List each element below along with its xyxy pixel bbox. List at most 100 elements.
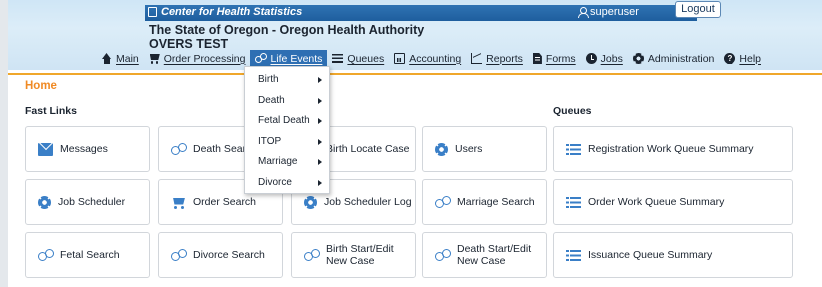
chevron-right-icon [318, 97, 322, 104]
nav-label: Order Processing [163, 52, 246, 65]
list-icon [332, 53, 344, 64]
gender-icon [304, 248, 320, 262]
tile-label: Registration Work Queue Summary [588, 143, 754, 155]
chart-icon [471, 53, 483, 64]
user-icon [578, 7, 589, 18]
gender-icon [38, 248, 54, 262]
tile-label: Issuance Queue Summary [588, 249, 713, 261]
menu-item-label: Divorce [258, 176, 292, 188]
tile-label: Birth Locate Case [326, 143, 410, 155]
nav-label: Administration [647, 52, 715, 65]
tile-label: Birth Start/Edit New Case [326, 243, 394, 267]
tile-issuance-queue[interactable]: Issuance Queue Summary [553, 232, 793, 278]
gender-icon [255, 53, 268, 64]
breadcrumb-home[interactable]: Home [25, 80, 57, 92]
tile-label: Users [455, 143, 483, 155]
document-icon [532, 53, 542, 64]
menu-item-itop[interactable]: ITOP [245, 132, 329, 153]
tile-marriage-search[interactable]: Marriage Search [422, 179, 547, 225]
cart-icon [171, 196, 186, 209]
org-name: The State of Oregon - Oregon Health Auth… [149, 23, 425, 37]
tile-label: Divorce Search [193, 249, 265, 261]
fast-links-heading: Fast Links [25, 105, 77, 117]
nav-label: Life Events [270, 52, 323, 65]
tile-label: Job Scheduler Log [324, 196, 412, 208]
chevron-right-icon [318, 118, 322, 124]
gender-icon [171, 248, 187, 262]
tile-job-scheduler[interactable]: Job Scheduler [25, 179, 150, 225]
gear-icon [632, 53, 644, 64]
menu-item-divorce[interactable]: Divorce [245, 173, 329, 194]
mail-icon [38, 142, 53, 156]
nav-label: Accounting [409, 52, 462, 65]
tile-label: Order Search [193, 196, 257, 208]
tile-death-start-edit[interactable]: Death Start/Edit New Case [422, 232, 547, 278]
list-icon [566, 196, 581, 209]
nav-order-processing[interactable]: Order Processing [144, 50, 251, 67]
life-events-dropdown: Birth Death Fetal Death ITOP Marriage Di… [244, 66, 330, 194]
nav-label: Help [739, 52, 761, 65]
chevron-right-icon [318, 138, 322, 145]
tile-order-queue[interactable]: Order Work Queue Summary [553, 179, 793, 225]
tile-label: Death Start/Edit New Case [457, 243, 532, 267]
help-icon: ? [724, 53, 736, 64]
nav-label: Reports [486, 52, 523, 65]
menu-item-label: Death [258, 94, 285, 106]
nav-label: Main [116, 52, 139, 65]
environment-label: OVERS TEST [149, 37, 229, 51]
chevron-right-icon [318, 179, 322, 186]
menu-item-death[interactable]: Death [245, 91, 329, 112]
header: Center for Health Statistics superuser L… [8, 0, 822, 70]
menu-item-label: ITOP [258, 135, 282, 147]
nav-help[interactable]: ? Help [719, 50, 766, 67]
tile-messages[interactable]: Messages [25, 126, 150, 172]
app-frame: Center for Health Statistics superuser L… [8, 0, 822, 287]
chevron-right-icon [318, 159, 322, 165]
nav-jobs[interactable]: Jobs [581, 50, 628, 67]
calculator-icon [394, 53, 406, 64]
tile-divorce-search[interactable]: Divorce Search [158, 232, 283, 278]
tile-label: Job Scheduler [58, 196, 126, 208]
list-icon [566, 143, 581, 156]
cart-icon [149, 53, 160, 64]
nav-label: Forms [545, 52, 576, 65]
menu-item-label: Birth [258, 74, 279, 85]
nav-accounting[interactable]: Accounting [389, 50, 466, 67]
list-icon [566, 249, 581, 262]
site-title[interactable]: Center for Health Statistics [148, 6, 302, 18]
home-icon [101, 53, 112, 64]
clock-icon [585, 53, 597, 64]
tile-users[interactable]: Users [422, 126, 547, 172]
tile-label: Messages [60, 143, 108, 155]
menu-item-birth[interactable]: Birth [245, 70, 329, 91]
username: superuser [590, 6, 639, 18]
menu-item-marriage[interactable]: Marriage [245, 152, 329, 173]
nav-label: Jobs [600, 52, 623, 65]
tile-label: Marriage Search [457, 196, 535, 208]
gender-icon [171, 142, 187, 156]
nav-forms[interactable]: Forms [528, 50, 581, 67]
gender-icon [435, 248, 451, 262]
tile-fetal-search[interactable]: Fetal Search [25, 232, 150, 278]
menu-item-label: Marriage [258, 156, 298, 167]
nav-label: Queues [347, 52, 385, 65]
tile-label: Order Work Queue Summary [588, 196, 725, 208]
tile-birth-start-edit[interactable]: Birth Start/Edit New Case [291, 232, 416, 278]
gear-icon [304, 195, 317, 209]
tile-registration-queue[interactable]: Registration Work Queue Summary [553, 126, 793, 172]
site-title-label: Center for Health Statistics [161, 6, 303, 18]
gear-icon [38, 195, 51, 209]
menu-item-fetal-death[interactable]: Fetal Death [245, 111, 329, 132]
logout-button[interactable]: Logout [675, 1, 721, 18]
nav-queues[interactable]: Queues [327, 50, 389, 67]
user-menu[interactable]: superuser [578, 6, 639, 18]
nav-life-events[interactable]: Life Events [250, 50, 328, 67]
tile-label: Fetal Search [60, 249, 120, 261]
gender-icon [435, 195, 451, 209]
nav-reports[interactable]: Reports [466, 50, 528, 67]
chevron-right-icon [318, 77, 322, 83]
main-nav: Main Order Processing Life Events Queues… [96, 50, 766, 67]
nav-main[interactable]: Main [96, 50, 144, 67]
nav-administration[interactable]: Administration [628, 50, 720, 67]
gear-icon [435, 142, 448, 156]
